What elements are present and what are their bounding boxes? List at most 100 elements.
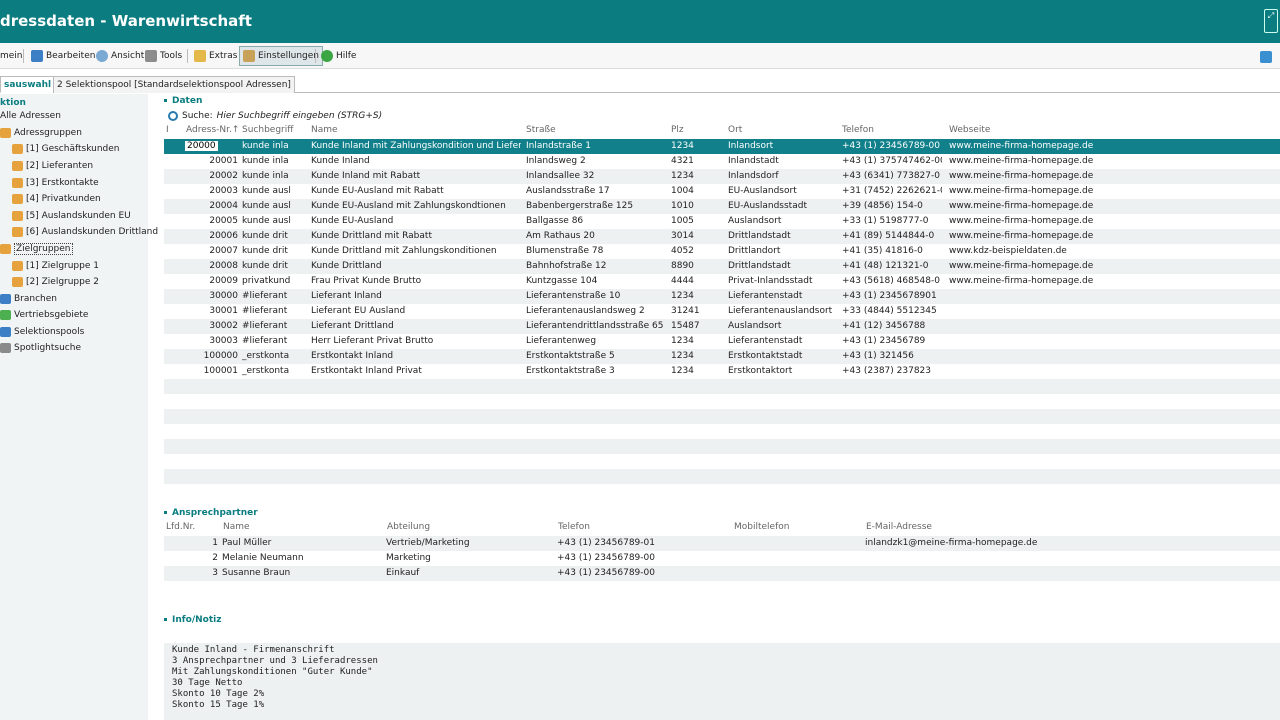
- column-header[interactable]: Abteilung: [387, 522, 507, 532]
- address-row[interactable]: 20001 kunde inla Kunde Inland Inlandsweg 2 4…: [164, 154, 1280, 169]
- grid-cell: 2: [212, 553, 218, 563]
- bullet-icon: [164, 511, 167, 514]
- sidebar-item[interactable]: [4] Privatkunden: [12, 192, 101, 206]
- address-row[interactable]: 100001 _erstkonta Erstkontakt Inland Priva…: [164, 364, 1280, 379]
- menu-hilfe[interactable]: Hilfe: [321, 46, 356, 66]
- menu-ansicht[interactable]: Ansicht: [96, 46, 144, 66]
- column-header[interactable]: Name: [223, 522, 323, 532]
- column-header[interactable]: Adress-Nr.↑: [186, 125, 238, 135]
- grid-cell: Lieferantendrittlandsstraße 65: [526, 321, 664, 331]
- menu-label: Tools: [160, 51, 183, 61]
- grid-cell: 30000: [209, 291, 238, 301]
- grid-cell: Lieferantenauslandsort: [728, 306, 833, 316]
- column-header[interactable]: Plz: [671, 125, 721, 135]
- menu-tools[interactable]: Tools: [145, 46, 182, 66]
- address-row[interactable]: 20006 kunde drit Kunde Drittland mit Rabat…: [164, 229, 1280, 244]
- grid-cell: Inlandsort: [728, 141, 774, 151]
- grid-cell: Erstkontaktstraße 3: [526, 366, 615, 376]
- address-row[interactable]: 20002 kunde inla Kunde Inland mit Rabatt In…: [164, 169, 1280, 184]
- search-input[interactable]: Hier Suchbegriff eingeben (STRG+S): [217, 111, 382, 121]
- column-header[interactable]: Straße: [526, 125, 666, 135]
- menu-extras[interactable]: Extras: [194, 46, 237, 66]
- column-header[interactable]: Telefon: [842, 125, 942, 135]
- contact-row[interactable]: 2 Melanie Neumann Marketing +43 (1) 2345678…: [164, 551, 1280, 566]
- sidebar-item[interactable]: Vertriebsgebiete: [0, 308, 88, 322]
- grid-cell: +43 (2387) 237823: [842, 366, 931, 376]
- contact-row[interactable]: 3 Susanne Braun Einkauf +43 (1) 23456789-00: [164, 566, 1280, 581]
- grid-cell: kunde ausl: [242, 186, 291, 196]
- sidebar-item[interactable]: [2] Zielgruppe 2: [12, 275, 99, 289]
- grid-cell: Kunde EU-Ausland: [311, 216, 394, 226]
- tab-adressauswahl[interactable]: sauswahl: [0, 76, 56, 93]
- grid-cell: 20000: [184, 139, 238, 154]
- grid-cell: +33 (1) 5198777-0: [842, 216, 929, 226]
- menu-label: Bearbeiten: [46, 51, 96, 61]
- address-row[interactable]: 20008 kunde drit Kunde Drittland Bahnhofstr…: [164, 259, 1280, 274]
- group-icon: [12, 260, 23, 271]
- grid-cell: +43 (1) 23456789-00: [557, 553, 655, 563]
- grid-cell: Blumenstraße 78: [526, 246, 604, 256]
- sidebar-item[interactable]: [1] Zielgruppe 1: [12, 259, 99, 273]
- sidebar-item[interactable]: Adressgruppen: [0, 126, 82, 140]
- tab-strip: sauswahl 2 Selektionspool [Standardselek…: [0, 76, 1280, 93]
- grid-cell: www.meine-firma-homepage.de: [949, 276, 1094, 286]
- column-header[interactable]: Mobiltelefon: [734, 522, 834, 532]
- menu-allgemein[interactable]: mein: [0, 46, 23, 66]
- active-cell[interactable]: 20000: [184, 140, 219, 152]
- sidebar-item-label: Selektionspools: [14, 327, 85, 337]
- contact-row[interactable]: 1 Paul Müller Vertrieb/Marketing +43 (1) 23…: [164, 536, 1280, 551]
- grid-cell: inlandzk1@meine-firma-homepage.de: [865, 538, 1038, 548]
- column-header[interactable]: Lfd.Nr.: [166, 522, 206, 532]
- bullet-icon: [164, 618, 167, 621]
- restore-icon[interactable]: ⤢: [1264, 9, 1278, 33]
- address-row[interactable]: 20009 privatkund Frau Privat Kunde Brutto K…: [164, 274, 1280, 289]
- sidebar-item[interactable]: Spotlightsuche: [0, 341, 81, 355]
- window-layout-icon[interactable]: [1260, 51, 1272, 63]
- grid-cell: Herr Lieferant Privat Brutto: [311, 336, 434, 346]
- sidebar-item[interactable]: [5] Auslandskunden EU: [12, 209, 131, 223]
- grid-cell: 4444: [671, 276, 694, 286]
- address-row[interactable]: 20003 kunde ausl Kunde EU-Ausland mit Raba…: [164, 184, 1280, 199]
- sidebar-item-label: [2] Lieferanten: [26, 161, 94, 171]
- address-row[interactable]: 30003 #lieferant Herr Lieferant Privat Bru…: [164, 334, 1280, 349]
- address-row[interactable]: 100000 _erstkonta Erstkontakt Inland Erstko…: [164, 349, 1280, 364]
- sidebar-heading: ktion: [0, 98, 26, 108]
- sidebar-item[interactable]: [3] Erstkontakte: [12, 176, 99, 190]
- grid-cell: Paul Müller: [222, 538, 272, 548]
- column-header[interactable]: E-Mail-Adresse: [866, 522, 1066, 532]
- sidebar-item[interactable]: Selektionspools: [0, 325, 84, 339]
- grid-cell: Lieferantenstraße 10: [526, 291, 621, 301]
- column-header[interactable]: I: [166, 125, 176, 135]
- sidebar: ktion Alle Adressen Adressgruppen [1] Gesc…: [0, 94, 158, 720]
- sidebar-item[interactable]: Zielgruppen: [0, 242, 73, 256]
- grid-cell: Lieferantenauslandsweg 2: [526, 306, 645, 316]
- menu-bar: mein Bearbeiten Ansicht Tools Extras Ein…: [0, 43, 1280, 69]
- grid-cell: +41 (12) 3456788: [842, 321, 926, 331]
- address-row[interactable]: 30001 #lieferant Lieferant EU Ausland Liefe…: [164, 304, 1280, 319]
- address-row: [164, 409, 1280, 424]
- menu-einstellungen[interactable]: Einstellungen: [239, 46, 324, 66]
- grid-cell: Susanne Braun: [222, 568, 291, 578]
- column-header[interactable]: Telefon: [558, 522, 678, 532]
- column-header[interactable]: Name: [311, 125, 511, 135]
- address-row[interactable]: 30000 #lieferant Lieferant Inland Lieferant…: [164, 289, 1280, 304]
- sidebar-item[interactable]: [6] Auslandskunden Drittland: [12, 225, 158, 239]
- menu-bearbeiten[interactable]: Bearbeiten: [31, 46, 95, 66]
- address-row[interactable]: 20007 kunde drit Kunde Drittland mit Zahlu…: [164, 244, 1280, 259]
- grid-cell: Kunde EU-Ausland mit Rabatt: [311, 186, 444, 196]
- address-row[interactable]: 30002 #lieferant Lieferant Drittland Liefer…: [164, 319, 1280, 334]
- address-row[interactable]: 20004 kunde ausl Kunde EU-Ausland mit Zahl…: [164, 199, 1280, 214]
- sidebar-item[interactable]: [2] Lieferanten: [12, 159, 93, 173]
- grid-cell: +43 (1) 23456789-00: [842, 141, 940, 151]
- address-row[interactable]: 20000 kunde inla Kunde Inland mit Zahlungs…: [164, 139, 1280, 154]
- column-header[interactable]: Ort: [728, 125, 838, 135]
- address-row[interactable]: 20005 kunde ausl Kunde EU-Ausland Ballgasse…: [164, 214, 1280, 229]
- column-header[interactable]: Suchbegriff: [242, 125, 312, 135]
- sidebar-item[interactable]: [1] Geschäftskunden: [12, 142, 120, 156]
- info-notes[interactable]: Kunde Inland - Firmenanschrift 3 Ansprech…: [164, 643, 1280, 720]
- search-bar[interactable]: Suche: Hier Suchbegriff eingeben (STRG+S): [168, 109, 382, 123]
- sidebar-item[interactable]: Alle Adressen: [0, 109, 61, 123]
- tab-selektionspool[interactable]: 2 Selektionspool [Standardselektionspool…: [53, 76, 295, 93]
- sidebar-item[interactable]: Branchen: [0, 292, 57, 306]
- column-header[interactable]: Webseite: [949, 125, 1149, 135]
